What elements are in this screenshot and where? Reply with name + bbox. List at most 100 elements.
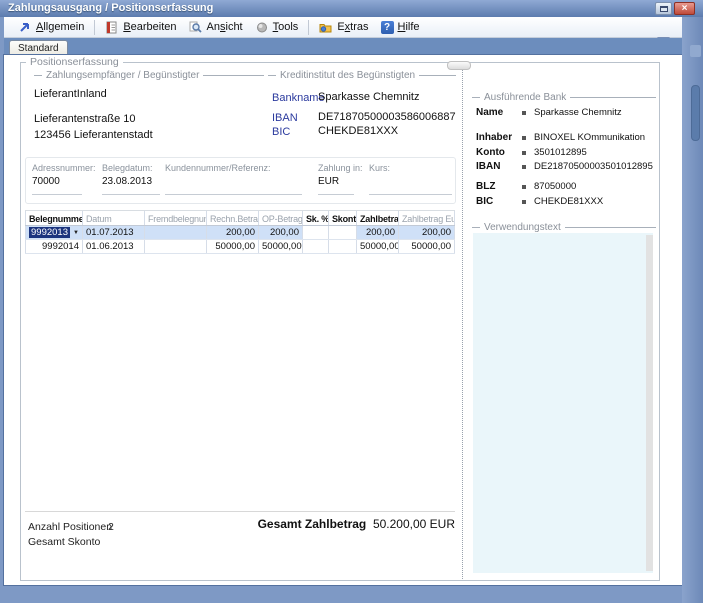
payee-city: 123456 Lieferantenstadt — [34, 129, 153, 141]
executing-bank-group-title: Ausführende Bank — [484, 92, 566, 103]
bank-row-iban: IBANDE21870500003501012895 — [476, 161, 656, 172]
dropdown-arrow-icon[interactable]: ▼ — [73, 226, 79, 239]
bic-label: BIC — [272, 126, 290, 138]
belegnummer-cell[interactable]: 9992013▼ — [25, 226, 83, 239]
bullet-icon — [522, 111, 526, 115]
col-zahlbetrag[interactable]: Zahlbetrag — [357, 211, 399, 225]
bank-name-value: Sparkasse Chemnitz — [534, 107, 622, 118]
executing-bank-group-header: Ausführende Bank — [472, 91, 656, 103]
rechn-betrag-cell[interactable]: 200,00 — [207, 226, 259, 239]
bank-bic-label: BIC — [476, 196, 522, 207]
col-skonto[interactable]: Skonto — [329, 211, 357, 225]
app-window: Zahlungsausgang / Positionserfassung × A… — [0, 0, 703, 603]
help-icon: ? — [381, 21, 394, 34]
iban-value: DE71870500003586006887 — [318, 111, 456, 123]
zahlbetrag-euro-cell[interactable]: 200,00 — [399, 226, 455, 239]
table-row[interactable]: 9992014 01.06.2013 50000,00 50000,00 500… — [25, 240, 455, 254]
col-sk-prozent[interactable]: Sk. % — [303, 211, 329, 225]
adressnummer-field[interactable]: Adressnummer: 70000 — [32, 159, 82, 195]
fremdbeleg-cell[interactable] — [145, 240, 207, 253]
kurs-field[interactable]: Kurs: — [369, 159, 452, 195]
zahlbetrag-cell[interactable]: 50000,00 — [357, 240, 399, 253]
op-betrag-cell[interactable]: 50000,00 — [259, 240, 303, 253]
pane-splitter[interactable] — [462, 67, 463, 579]
textarea-scrollbar[interactable] — [646, 235, 653, 571]
bullet-icon — [522, 165, 526, 169]
tab-strip: Standard — [4, 38, 682, 55]
zahlung-in-field[interactable]: Zahlung in: EUR — [318, 159, 354, 195]
beneficiary-bank-group-header: Kreditinstitut des Begünstigten — [268, 69, 456, 81]
fremdbeleg-cell[interactable] — [145, 226, 207, 239]
col-op-betrag[interactable]: OP-Betrag — [259, 211, 303, 225]
bank-konto-value: 3501012895 — [534, 147, 587, 158]
skonto-cell[interactable] — [329, 240, 357, 253]
bullet-icon — [522, 136, 526, 140]
zahlung-in-label: Zahlung in: — [318, 163, 354, 173]
bank-inhaber-value: BINOXEL KOmmunikation — [534, 132, 645, 143]
iban-label: IBAN — [272, 112, 298, 124]
payee-group-title: Zahlungsempfänger / Begünstigter — [46, 70, 199, 81]
payee-group-header: Zahlungsempfänger / Begünstigter — [34, 69, 264, 81]
tab-standard[interactable]: Standard — [9, 40, 68, 55]
payee-street: Lieferantenstraße 10 — [34, 113, 136, 125]
bank-iban-label: IBAN — [476, 161, 522, 172]
scrollbar-button[interactable] — [690, 45, 701, 57]
magnifier-icon — [189, 21, 203, 34]
sk-cell[interactable] — [303, 240, 329, 253]
positions-table: Belegnummer Datum Fremdbelegnummer Rechn… — [25, 210, 455, 254]
menu-item-hilfe[interactable]: ? Hilfe — [375, 19, 426, 36]
col-fremdbelegnummer[interactable]: Fremdbelegnummer — [145, 211, 207, 225]
bank-row-bic: BIC CHEKDE81XXX — [476, 196, 656, 207]
col-belegnummer[interactable]: Belegnummer — [25, 211, 83, 225]
gesamt-zahlbetrag-label: Gesamt Zahlbetrag — [258, 517, 367, 531]
gesamt-zahlbetrag-value: 50.200,00 EUR — [373, 517, 455, 531]
bankname-value: Sparkasse Chemnitz — [318, 91, 420, 103]
zahlbetrag-cell[interactable]: 200,00 — [357, 226, 399, 239]
window-scrollbar[interactable] — [682, 17, 703, 603]
menu-item-extras[interactable]: Extras — [313, 19, 374, 36]
belegdatum-field[interactable]: Belegdatum: 23.08.2013 — [102, 159, 160, 195]
datum-cell[interactable]: 01.06.2013 — [83, 240, 145, 253]
belegnummer-cell[interactable]: 9992014 — [25, 240, 83, 253]
kurs-label: Kurs: — [369, 163, 452, 173]
kundennummer-field[interactable]: Kundennummer/Referenz: — [165, 159, 302, 195]
zahlbetrag-euro-cell[interactable]: 50000,00 — [399, 240, 455, 253]
rechn-betrag-cell[interactable]: 50000,00 — [207, 240, 259, 253]
menu-item-ansicht[interactable]: Ansicht — [183, 19, 249, 36]
datum-cell[interactable]: 01.07.2013 — [83, 226, 145, 239]
folder-icon — [319, 21, 333, 34]
splitter-grip-handle[interactable] — [447, 61, 471, 70]
bank-bic-value: CHEKDE81XXX — [534, 196, 603, 207]
scrollbar-thumb[interactable] — [691, 85, 700, 141]
gesamt-zahlbetrag: Gesamt Zahlbetrag 50.200,00 EUR — [224, 517, 455, 531]
title-bar[interactable]: Zahlungsausgang / Positionserfassung — [0, 0, 703, 17]
groupbox-title: Positionserfassung — [26, 56, 123, 68]
table-row-selected[interactable]: 9992013▼ 01.07.2013 200,00 200,00 200,00… — [25, 226, 455, 240]
menu-label: Tools — [273, 21, 299, 33]
anzahl-positionen-value: 2 — [108, 521, 114, 533]
close-button[interactable]: × — [674, 2, 695, 15]
menu-item-bearbeiten[interactable]: Bearbeiten — [99, 19, 182, 36]
edit-note-icon — [105, 21, 119, 34]
bullet-icon — [522, 200, 526, 204]
bullet-icon — [522, 151, 526, 155]
verwendungstext-group-header: Verwendungstext — [472, 221, 656, 233]
op-betrag-cell[interactable]: 200,00 — [259, 226, 303, 239]
bank-blz-label: BLZ — [476, 181, 522, 192]
menu-bar: Allgemein Bearbeiten Ansicht Tools — [4, 17, 682, 38]
menu-separator — [94, 20, 95, 35]
belegdatum-value: 23.08.2013 — [102, 176, 160, 187]
maximize-button[interactable] — [655, 2, 672, 15]
col-datum[interactable]: Datum — [83, 211, 145, 225]
bank-blz-value: 87050000 — [534, 181, 576, 192]
menu-item-allgemein[interactable]: Allgemein — [12, 19, 90, 36]
col-zahlbetrag-euro[interactable]: Zahlbetrag Euro — [399, 211, 455, 225]
verwendungstext-textarea[interactable] — [473, 233, 653, 573]
sk-cell[interactable] — [303, 226, 329, 239]
skonto-cell[interactable] — [329, 226, 357, 239]
menu-item-tools[interactable]: Tools — [249, 19, 305, 36]
bankname-label: Bankname — [272, 92, 325, 104]
bank-row-konto: Konto3501012895 — [476, 147, 656, 158]
selected-cell[interactable]: 9992013 — [29, 227, 70, 238]
col-rechn-betrag[interactable]: Rechn.Betrag — [207, 211, 259, 225]
